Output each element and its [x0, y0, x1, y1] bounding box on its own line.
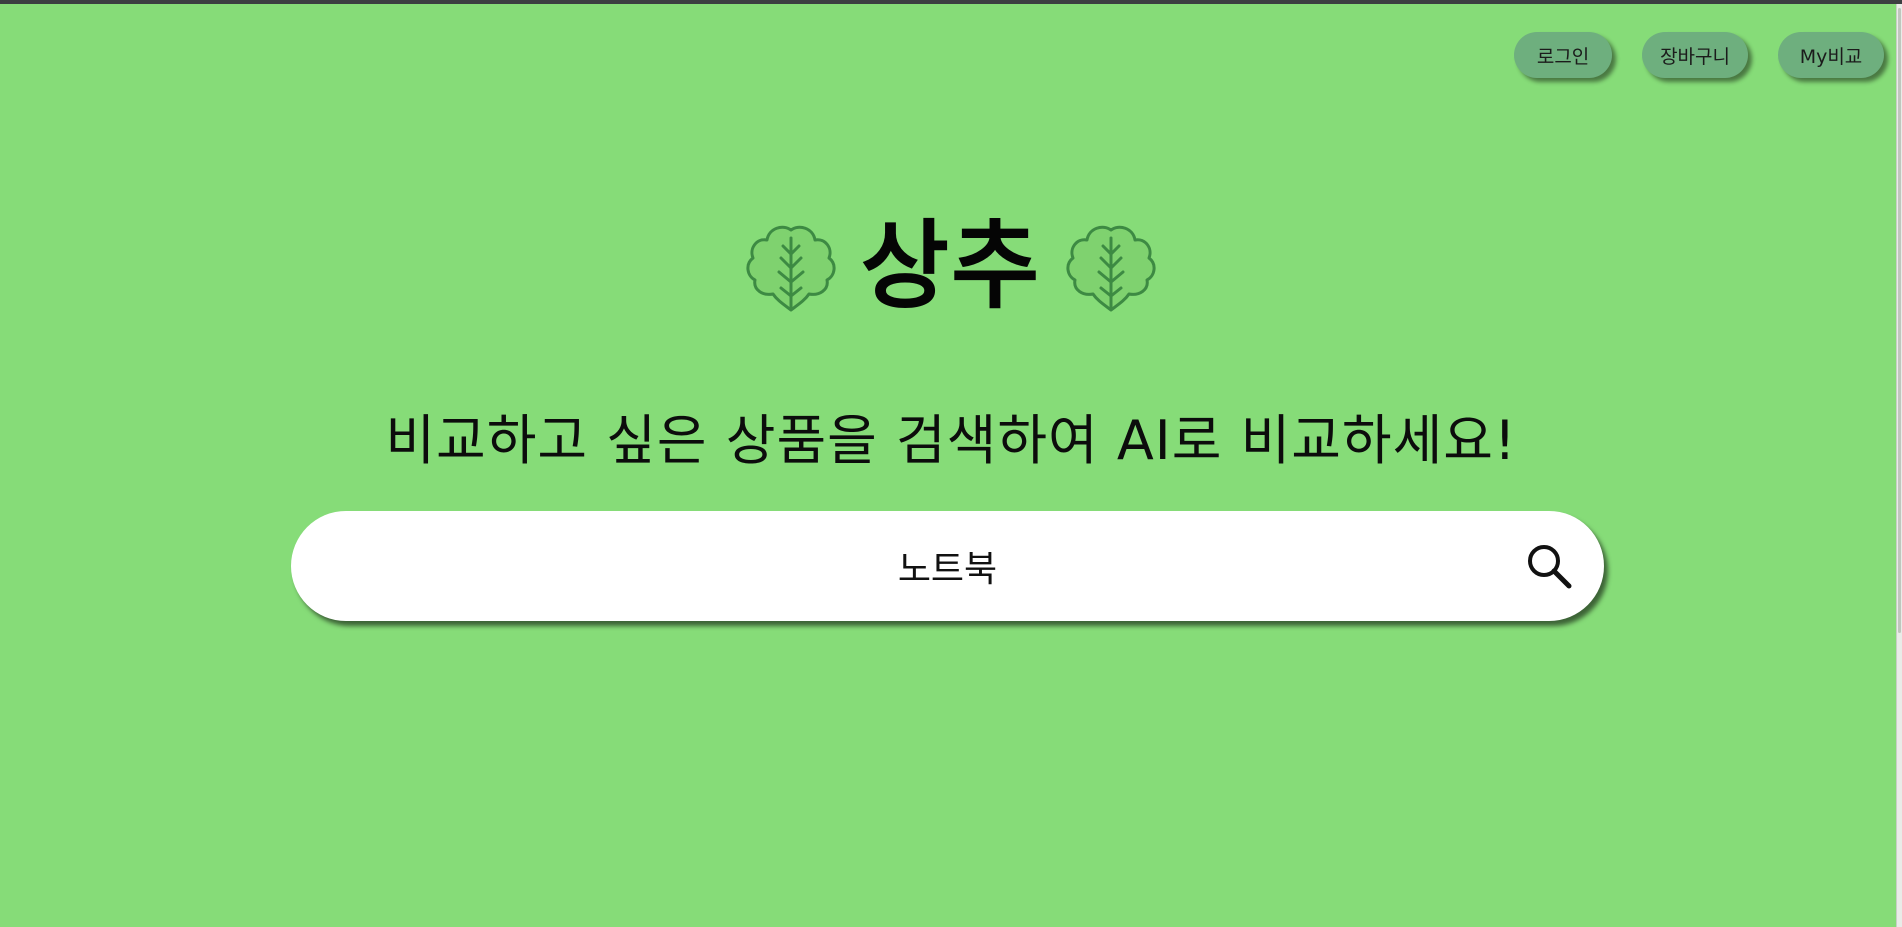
- subtitle: 비교하고 싶은 상품을 검색하여 AI로 비교하세요!: [385, 409, 1517, 472]
- window-top-border: [0, 0, 1902, 4]
- top-nav: 로그인 장바구니 My비교: [1514, 32, 1884, 78]
- cart-button[interactable]: 장바구니: [1642, 32, 1748, 78]
- lettuce-icon: [1063, 218, 1159, 314]
- search-input[interactable]: [291, 511, 1604, 621]
- lettuce-icon: [743, 218, 839, 314]
- search-bar: [291, 511, 1604, 621]
- login-button[interactable]: 로그인: [1514, 32, 1613, 78]
- brand-header: 상추: [0, 218, 1902, 314]
- page-title: 상추: [860, 210, 1042, 322]
- my-compare-button[interactable]: My비교: [1778, 32, 1884, 78]
- search-icon[interactable]: [1524, 541, 1574, 591]
- scrollbar-thumb[interactable]: [1898, 8, 1901, 633]
